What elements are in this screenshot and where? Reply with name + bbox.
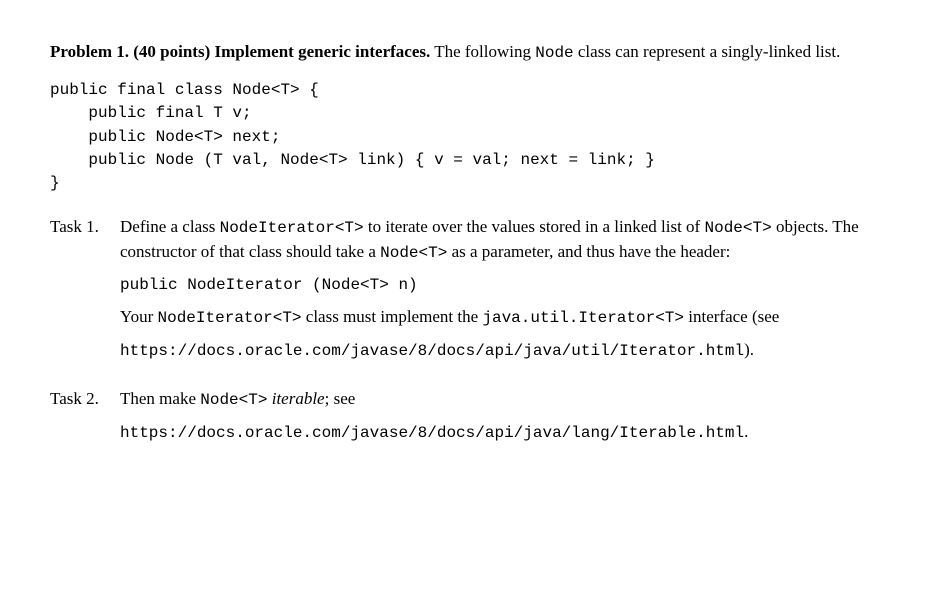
text: interface (see bbox=[684, 307, 779, 326]
task-label: Task 2. bbox=[50, 387, 120, 453]
inline-code: Node<T> bbox=[380, 244, 447, 262]
problem-title: Implement generic interfaces. bbox=[215, 42, 431, 61]
intro-code: Node bbox=[535, 44, 573, 62]
url: https://docs.oracle.com/javase/8/docs/ap… bbox=[120, 424, 744, 442]
constructor-header: public NodeIterator (Node<T> n) bbox=[120, 274, 902, 297]
code-block: public final class Node<T> { public fina… bbox=[50, 79, 902, 195]
task-body: Then make Node<T> iterable; see https://… bbox=[120, 387, 902, 453]
text: Then make bbox=[120, 389, 200, 408]
text: ; see bbox=[325, 389, 356, 408]
inline-code: Node<T> bbox=[200, 391, 267, 409]
inline-code: Node<T> bbox=[704, 219, 771, 237]
task1-paragraph2: Your NodeIterator<T> class must implemen… bbox=[120, 305, 902, 330]
text: as a parameter, and thus have the header… bbox=[447, 242, 730, 261]
text: class must implement the bbox=[302, 307, 483, 326]
task-label: Task 1. bbox=[50, 215, 120, 371]
inline-code: NodeIterator<T> bbox=[158, 309, 302, 327]
close-paren: ). bbox=[744, 340, 754, 359]
task-2: Task 2. Then make Node<T> iterable; see … bbox=[50, 387, 902, 453]
text: to iterate over the values stored in a l… bbox=[364, 217, 705, 236]
intro-pre: The following bbox=[434, 42, 535, 61]
code-line: } bbox=[50, 174, 60, 192]
text: Define a class bbox=[120, 217, 220, 236]
text: Your bbox=[120, 307, 158, 326]
close-period: . bbox=[744, 422, 748, 441]
inline-code: NodeIterator<T> bbox=[220, 219, 364, 237]
code-line: public Node<T> next; bbox=[50, 128, 280, 146]
task1-paragraph1: Define a class NodeIterator<T> to iterat… bbox=[120, 215, 902, 265]
task-1: Task 1. Define a class NodeIterator<T> t… bbox=[50, 215, 902, 371]
inline-code: java.util.Iterator<T> bbox=[482, 309, 684, 327]
intro-post: class can represent a singly-linked list… bbox=[574, 42, 841, 61]
problem-points: (40 points) bbox=[133, 42, 210, 61]
task1-url-line: https://docs.oracle.com/javase/8/docs/ap… bbox=[120, 338, 902, 363]
task2-paragraph1: Then make Node<T> iterable; see bbox=[120, 387, 902, 412]
code-line: public final class Node<T> { bbox=[50, 81, 319, 99]
code-line: public Node (T val, Node<T> link) { v = … bbox=[50, 151, 655, 169]
task2-url-line: https://docs.oracle.com/javase/8/docs/ap… bbox=[120, 420, 902, 445]
italic-text: iterable bbox=[272, 389, 325, 408]
problem-header: Problem 1. (40 points) Implement generic… bbox=[50, 40, 902, 65]
code-line: public final T v; bbox=[50, 104, 252, 122]
task-body: Define a class NodeIterator<T> to iterat… bbox=[120, 215, 902, 371]
problem-label: Problem 1. bbox=[50, 42, 129, 61]
url: https://docs.oracle.com/javase/8/docs/ap… bbox=[120, 342, 744, 360]
